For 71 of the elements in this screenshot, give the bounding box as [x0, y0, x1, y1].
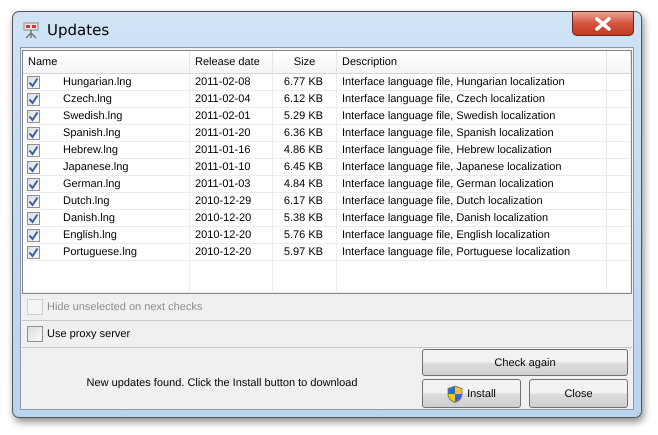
file-description: Interface language file, Portuguese localization — [342, 246, 570, 258]
table-cell — [607, 261, 631, 293]
file-name: Czech.lng — [63, 93, 112, 105]
file-name: Hebrew.lng — [63, 144, 118, 156]
file-name: Danish.lng — [63, 212, 115, 224]
easel-icon — [23, 20, 39, 38]
file-name: Portuguese.lng — [63, 246, 137, 258]
checkbox[interactable] — [27, 144, 40, 156]
file-description: Interface language file, Swedish localization — [342, 110, 556, 122]
check-again-button[interactable]: Check again — [422, 349, 628, 376]
file-description: Interface language file, German localization — [342, 178, 554, 190]
checkbox[interactable] — [27, 76, 40, 88]
column-header[interactable]: Size — [273, 51, 337, 74]
file-description: Interface language file, Spanish localization — [342, 127, 554, 139]
release-date: 2011-01-03 — [195, 178, 250, 190]
checkbox[interactable] — [27, 92, 40, 106]
file-name: Dutch.lng — [63, 195, 110, 207]
release-date: 2011-02-08 — [195, 76, 250, 88]
release-date: 2011-01-20 — [195, 127, 250, 139]
file-name: Hungarian.lng — [63, 76, 132, 88]
close-button[interactable]: Close — [529, 379, 628, 408]
file-description: Interface language file, Czech localization — [342, 93, 546, 105]
file-size: 5.38 KB — [284, 212, 323, 224]
close-window-button[interactable] — [572, 11, 634, 36]
release-date: 2011-02-01 — [195, 110, 250, 122]
file-size: 6.77 KB — [284, 76, 323, 88]
file-size: 4.86 KB — [284, 144, 323, 156]
checkbox[interactable] — [27, 194, 40, 208]
release-date: 2010-12-20 — [195, 246, 252, 258]
file-name: English.lng — [63, 229, 117, 241]
release-date: 2011-01-16 — [195, 144, 250, 156]
release-date: 2011-01-10 — [195, 161, 250, 173]
file-size: 6.12 KB — [284, 93, 323, 105]
file-name: Japanese.lng — [63, 161, 128, 173]
file-size: 6.17 KB — [284, 195, 323, 207]
file-size: 5.97 KB — [284, 246, 323, 258]
file-name: German.lng — [63, 178, 120, 190]
file-description: Interface language file, Japanese localization — [342, 161, 562, 173]
file-name: Swedish.lng — [63, 110, 122, 122]
option-checkbox[interactable]: Use proxy server — [27, 326, 130, 342]
file-description: Interface language file, English localization — [342, 229, 550, 241]
column-header[interactable]: Name — [23, 51, 190, 74]
shield-icon — [447, 384, 464, 402]
checkbox[interactable] — [27, 110, 40, 122]
file-description: Interface language file, Danish localization — [342, 212, 548, 224]
file-size: 4.84 KB — [284, 178, 323, 190]
install-button[interactable]: Install — [422, 379, 521, 408]
file-size: 6.45 KB — [284, 161, 323, 173]
file-size: 5.76 KB — [284, 229, 323, 241]
checkbox[interactable] — [27, 126, 40, 140]
release-date: 2011-02-04 — [195, 93, 250, 105]
file-description: Interface language file, Hebrew localization — [342, 144, 552, 156]
release-date: 2010-12-20 — [195, 229, 252, 241]
window-title: Updates — [47, 20, 110, 38]
checkbox[interactable] — [27, 160, 40, 174]
file-description: Interface language file, Dutch localization — [342, 195, 543, 207]
file-name: Spanish.lng — [63, 127, 120, 139]
checkbox[interactable] — [27, 246, 40, 258]
release-date: 2010-12-20 — [195, 212, 252, 224]
file-description: Interface language file, Hungarian localization — [342, 76, 565, 88]
column-header — [607, 51, 631, 74]
column-header[interactable]: Release date — [190, 51, 273, 74]
file-size: 6.36 KB — [284, 127, 323, 139]
column-header[interactable]: Description — [337, 51, 607, 74]
checkbox[interactable] — [27, 228, 40, 242]
status-message: New updates found. Click the Install button to download — [86, 376, 358, 388]
checkbox[interactable] — [27, 212, 40, 224]
close-icon — [593, 16, 613, 30]
release-date: 2010-12-29 — [195, 195, 252, 207]
checkbox[interactable] — [27, 178, 40, 190]
file-size: 5.29 KB — [284, 110, 323, 122]
